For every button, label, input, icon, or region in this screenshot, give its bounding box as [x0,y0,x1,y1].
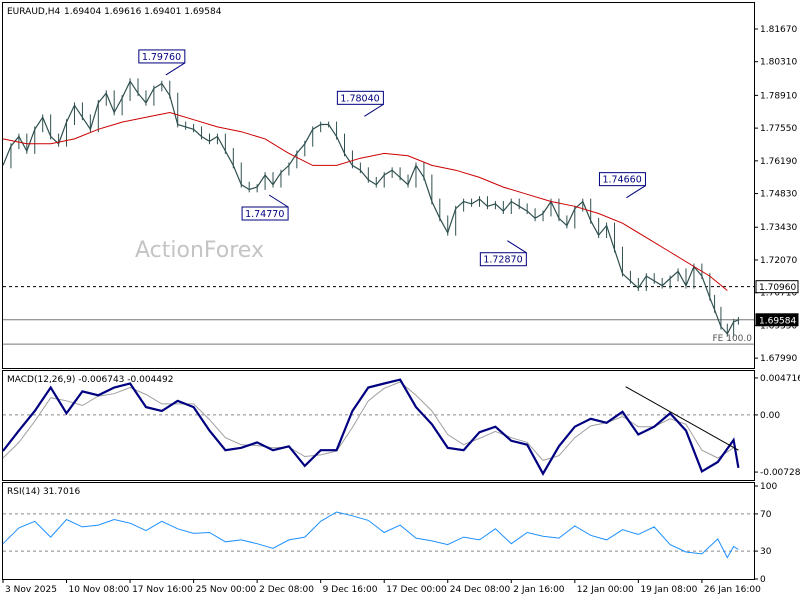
price-axis-label: 1.81670 [760,25,797,35]
level-tag-text: 1.69584 [759,316,796,326]
rsi-axis-label: 70 [760,510,772,520]
chart-window: ActionForex 1.79760 1.74770 1.78040 1.72870… [0,0,800,600]
price-axis-label: 1.76190 [760,157,797,167]
price-axis-label: 1.78910 [760,91,797,101]
time-axis-label: 19 Jan 08:00 [640,585,697,595]
time-axis-label: 17 Dec 00:00 [386,585,447,595]
swing-label-text: 1.72870 [483,255,522,266]
rsi-axis-label: 0 [760,575,766,585]
macd-axis-label: 0.004716 [760,374,800,384]
time-axis-label: 10 Nov 08:00 [69,585,130,595]
watermark: ActionForex [135,238,264,263]
time-axis-label: 12 Jan 00:00 [577,585,634,595]
time-axis-label: 2 Dec 08:00 [259,585,314,595]
macd-title: MACD(12,26,9) -0.006743 -0.004492 [7,375,173,385]
swing-label-text: 1.74770 [245,209,284,220]
price-axis-label: 1.67990 [760,354,797,364]
rsi-title: RSI(14) 31.7016 [7,487,80,497]
rsi-panel-frame [2,482,755,580]
time-axis-label: 3 Nov 2025 [5,585,57,595]
time-axis-label: 2 Jan 16:00 [513,585,565,595]
time-axis-label: 25 Nov 00:00 [196,585,257,595]
macd-axis-label: 0.00 [760,411,780,421]
price-axis-label: 1.74830 [760,190,797,200]
time-axis-label: 17 Nov 16:00 [132,585,193,595]
swing-label-text: 1.74660 [602,175,641,186]
chart-title: EURAUD,H4 [7,7,60,17]
price-axis-label: 1.77550 [760,124,797,134]
rsi-axis-label: 100 [760,482,777,492]
time-axis-label: 26 Jan 16:00 [704,585,761,595]
time-axis-label: 24 Dec 08:00 [450,585,511,595]
swing-label-text: 1.78040 [340,93,379,104]
price-axis-label: 1.72070 [760,256,797,266]
level-tag-text: 1.70960 [759,283,796,293]
ohlc-readout: 1.69404 1.69616 1.69401 1.69584 [64,7,222,17]
chart-canvas: ActionForex 1.79760 1.74770 1.78040 1.72870… [2,2,800,595]
rsi-axis-label: 30 [760,547,772,557]
swing-label-text: 1.79760 [142,52,181,63]
time-axis-label: 9 Dec 16:00 [323,585,378,595]
price-axis-label: 1.73430 [760,223,797,233]
price-axis-label: 1.80310 [760,58,797,68]
macd-axis-label: -0.007289 [760,468,800,478]
fe-level-label: FE 100.0 [713,334,753,344]
